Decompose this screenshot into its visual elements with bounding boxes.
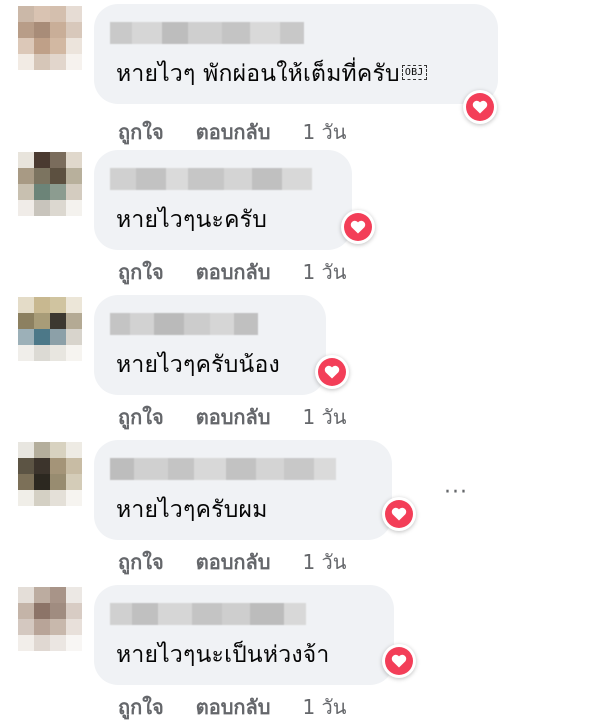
comment-bubble: หายไวๆครับน้อง [94,295,326,395]
reply-button[interactable]: ตอบกลับ [196,256,271,288]
timestamp[interactable]: 1 วัน [302,546,346,578]
timestamp[interactable]: 1 วัน [302,256,346,288]
like-button[interactable]: ถูกใจ [118,116,164,148]
commenter-name-blurred[interactable] [110,603,306,625]
like-button[interactable]: ถูกใจ [118,401,164,433]
comment-bubble: หายไวๆนะครับ [94,150,352,250]
reply-button[interactable]: ตอบกลับ [196,691,271,723]
like-button[interactable]: ถูกใจ [118,546,164,578]
commenter-name-blurred[interactable] [110,458,336,480]
reply-button[interactable]: ตอบกลับ [196,546,271,578]
comment: หายไวๆนะเป็นห่วงจ้า ถูกใจ ตอบกลับ 1 วัน [0,581,600,726]
comment-actions: ถูกใจ ตอบกลับ 1 วัน [118,116,346,148]
avatar[interactable] [18,6,82,70]
heart-icon [324,365,340,379]
comment-bubble: หายไวๆ พักผ่อนให้เต็มที่ครับ OBJ [94,4,498,104]
comment-actions: ถูกใจ ตอบกลับ 1 วัน [118,546,346,578]
comment-text: หายไวๆนะครับ [116,207,268,233]
heart-reaction[interactable] [315,355,349,389]
comment: หายไวๆนะครับ ถูกใจ ตอบกลับ 1 วัน [0,146,600,291]
heart-reaction[interactable] [382,644,416,678]
reply-button[interactable]: ตอบกลับ [196,116,271,148]
commenter-name-blurred[interactable] [110,313,258,335]
heart-icon [472,100,488,114]
comment-actions: ถูกใจ ตอบกลับ 1 วัน [118,256,346,288]
heart-icon [391,654,407,668]
commenter-name-blurred[interactable] [110,22,304,44]
heart-icon [391,507,407,521]
comment-text: หายไวๆครับผม [116,497,268,523]
timestamp[interactable]: 1 วัน [302,691,346,723]
more-options-button[interactable]: ··· [444,480,468,505]
reply-button[interactable]: ตอบกลับ [196,401,271,433]
avatar[interactable] [18,297,82,361]
emoji-placeholder: OBJ [401,65,427,80]
commenter-name-blurred[interactable] [110,168,312,190]
heart-icon [350,220,366,234]
comment-text: หายไวๆ พักผ่อนให้เต็มที่ครับ OBJ [116,56,427,92]
heart-reaction[interactable] [382,497,416,531]
like-button[interactable]: ถูกใจ [118,256,164,288]
heart-reaction[interactable] [463,90,497,124]
avatar[interactable] [18,587,82,651]
avatar[interactable] [18,442,82,506]
comment: หายไวๆครับน้อง ถูกใจ ตอบกลับ 1 วัน [0,291,600,436]
timestamp[interactable]: 1 วัน [302,401,346,433]
timestamp[interactable]: 1 วัน [302,116,346,148]
like-button[interactable]: ถูกใจ [118,691,164,723]
comment-text: หายไวๆครับน้อง [116,352,280,378]
comment-actions: ถูกใจ ตอบกลับ 1 วัน [118,691,346,723]
comment-bubble: หายไวๆนะเป็นห่วงจ้า [94,585,394,685]
comment-bubble: หายไวๆครับผม [94,440,392,540]
comment: หายไวๆครับผม ··· ถูกใจ ตอบกลับ 1 วัน [0,436,600,581]
comment-text: หายไวๆนะเป็นห่วงจ้า [116,642,330,668]
avatar[interactable] [18,152,82,216]
heart-reaction[interactable] [341,210,375,244]
comment-actions: ถูกใจ ตอบกลับ 1 วัน [118,401,346,433]
comment: หายไวๆ พักผ่อนให้เต็มที่ครับ OBJ ถูกใจ ตอ… [0,0,600,145]
